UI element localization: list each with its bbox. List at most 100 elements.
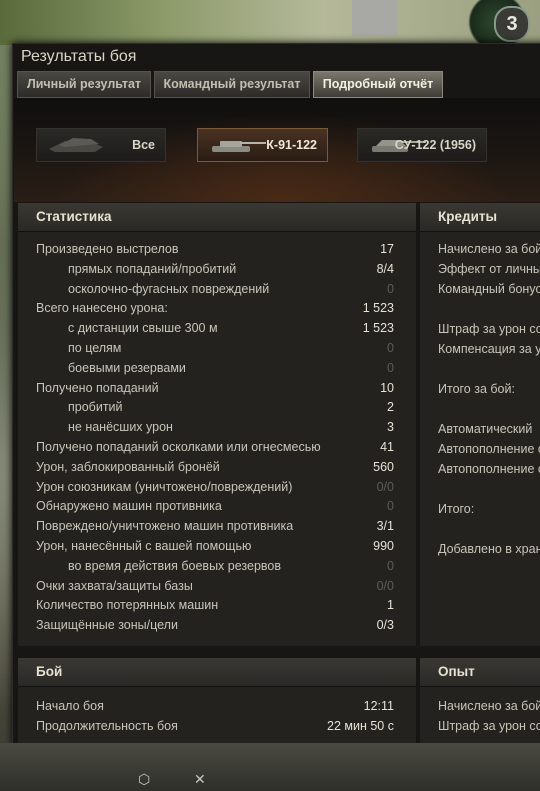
statistics-value: 0 <box>387 558 394 573</box>
statistics-label: Урон, нанесённый с вашей помощью <box>36 539 252 553</box>
credits-row: Эффект от личны <box>420 259 540 279</box>
bottom-bar: ⬡ ✕ <box>0 743 540 791</box>
credits-label: Автопополнение с <box>438 462 540 476</box>
statistics-row: осколочно-фугасных повреждений 0 <box>18 279 416 299</box>
statistics-label: во время действия боевых резервов <box>68 558 282 573</box>
credits-row: Компенсация за у <box>420 339 540 359</box>
statistics-value: 3/1 <box>376 519 394 534</box>
statistics-value: 1 523 <box>362 321 394 336</box>
vehicles-stack-icon <box>49 138 103 152</box>
statistics-label: не нанёсших урон <box>68 420 173 435</box>
credits-label: Итого: <box>438 502 475 516</box>
statistics-value: 10 <box>380 380 394 395</box>
statistics-row: боевыми резервами 0 <box>18 358 416 378</box>
statistics-value: 0 <box>387 341 394 355</box>
statistics-label: Получено попаданий осколками или огнесме… <box>36 440 321 454</box>
credits-label: Автоматический <box>438 422 533 436</box>
statistics-value: 2 <box>387 400 394 415</box>
vehicle-k91-122-button[interactable]: К-91-122 <box>197 128 328 162</box>
statistics-value: 1 523 <box>362 301 394 316</box>
credits-label: Компенсация за у <box>438 342 540 356</box>
statistics-row: Очки захвата/защиты базы 0/0 <box>18 576 416 596</box>
statistics-value: 1 <box>387 598 394 613</box>
credits-label: Итого за бой: <box>438 382 515 396</box>
credits-row: Добавлено в хран <box>420 539 540 559</box>
tab-detailed-report[interactable]: Подробный отчёт <box>313 71 443 98</box>
credits-row: Автоматический <box>420 419 540 439</box>
statistics-label: Обнаружено машин противника <box>36 499 222 514</box>
statistics-title: Статистика <box>18 203 416 232</box>
battle-panel: Бой Начало боя 12:11 Продолжительность боя… <box>18 658 416 744</box>
statistics-row: Повреждено/уничтожено машин противника 3/… <box>18 516 416 536</box>
battle-value: 22 мин 50 с <box>327 719 394 733</box>
statistics-row: во время действия боевых резервов 0 <box>18 556 416 576</box>
credits-label: Добавлено в хран <box>438 542 540 556</box>
window-title: Результаты боя <box>21 48 137 65</box>
credits-label: Автопополнение с <box>438 442 540 456</box>
badge-number: 3 <box>494 6 530 42</box>
experience-title: Опыт <box>420 658 540 687</box>
statistics-label: Очки захвата/защиты базы <box>36 578 193 593</box>
statistics-label: Урон союзникам (уничтожено/повреждений) <box>36 479 293 494</box>
tab-team-result[interactable]: Командный результат <box>154 71 310 98</box>
statistics-value: 17 <box>380 242 394 256</box>
statistics-row: Всего нанесено урона: 1 523 <box>18 298 416 318</box>
credits-row: Автопополнение с <box>420 439 540 459</box>
credits-row: Штраф за урон со <box>420 319 540 339</box>
experience-row: Начислено за бой <box>420 696 540 716</box>
battle-title: Бой <box>18 658 416 687</box>
vehicle-selector-area: Все К-91-122 СУ-122 (1956) <box>14 98 540 202</box>
statistics-row: Получено попаданий 10 <box>18 378 416 398</box>
statistics-row: Произведено выстрелов 17 <box>18 239 416 259</box>
statistics-label: осколочно-фугасных повреждений <box>68 281 270 296</box>
experience-label: Штраф за урон со <box>438 719 540 733</box>
battle-label: Продолжительность боя <box>36 719 178 733</box>
battle-label: Начало боя <box>36 699 104 713</box>
statistics-label: с дистанции свыше 300 м <box>68 321 218 336</box>
statistics-label: Урон, заблокированный бронёй <box>36 459 220 474</box>
vehicle-all-label: Все <box>132 138 155 152</box>
vehicle-all-button[interactable]: Все <box>36 128 166 162</box>
statistics-panel: Статистика Произведено выстрелов 17 прямых… <box>18 203 416 646</box>
statistics-label: пробитий <box>68 400 123 415</box>
experience-row: Штраф за урон со <box>420 716 540 736</box>
tank-icon <box>212 141 266 152</box>
credits-row: Итого: <box>420 499 540 519</box>
credits-row: Начислено за бой <box>420 239 540 259</box>
statistics-label: Защищённые зоны/цели <box>36 618 178 633</box>
statistics-label: по целям <box>68 341 122 355</box>
credits-row: Автопополнение с <box>420 459 540 479</box>
battle-row: Продолжительность боя 22 мин 50 с <box>18 716 416 736</box>
cube-icon[interactable]: ⬡ <box>138 771 150 788</box>
statistics-row: пробитий 2 <box>18 397 416 417</box>
statistics-label: прямых попаданий/пробитий <box>68 261 237 276</box>
statistics-label: Произведено выстрелов <box>36 242 179 256</box>
statistics-value: 990 <box>373 539 394 553</box>
credits-label: Штраф за урон со <box>438 322 540 336</box>
statistics-row: Количество потерянных машин 1 <box>18 595 416 615</box>
statistics-value: 0 <box>387 281 394 296</box>
statistics-value: 560 <box>373 459 394 474</box>
credits-label: Начислено за бой <box>438 242 540 256</box>
statistics-row: Защищённые зоны/цели 0/3 <box>18 615 416 635</box>
tab-personal-result[interactable]: Личный результат <box>17 71 151 98</box>
statistics-value: 3 <box>387 420 394 435</box>
experience-panel: Опыт Начислено за бой Штраф за урон со <box>420 658 540 744</box>
vehicle-su122-button[interactable]: СУ-122 (1956) <box>357 128 487 162</box>
statistics-value: 0/0 <box>376 578 394 593</box>
statistics-row: Получено попаданий осколками или огнесме… <box>18 437 416 457</box>
statistics-row: Урон, нанесённый с вашей помощью 990 <box>18 536 416 556</box>
statistics-label: Всего нанесено урона: <box>36 301 168 316</box>
credits-row: Итого за бой: <box>420 379 540 399</box>
background-sign <box>352 0 398 36</box>
crossed-tools-icon[interactable]: ✕ <box>194 771 206 788</box>
battle-value: 12:11 <box>363 699 394 713</box>
vehicle-su122-label: СУ-122 (1956) <box>394 138 476 152</box>
credits-panel: Кредиты Начислено за бой Эффект от личны К… <box>420 203 540 646</box>
statistics-row: с дистанции свыше 300 м 1 523 <box>18 318 416 338</box>
experience-label: Начислено за бой <box>438 699 540 713</box>
vehicle-k91-122-label: К-91-122 <box>266 138 317 152</box>
statistics-value: 8/4 <box>376 261 394 276</box>
statistics-value: 0 <box>387 360 394 375</box>
statistics-label: Получено попаданий <box>36 380 159 395</box>
